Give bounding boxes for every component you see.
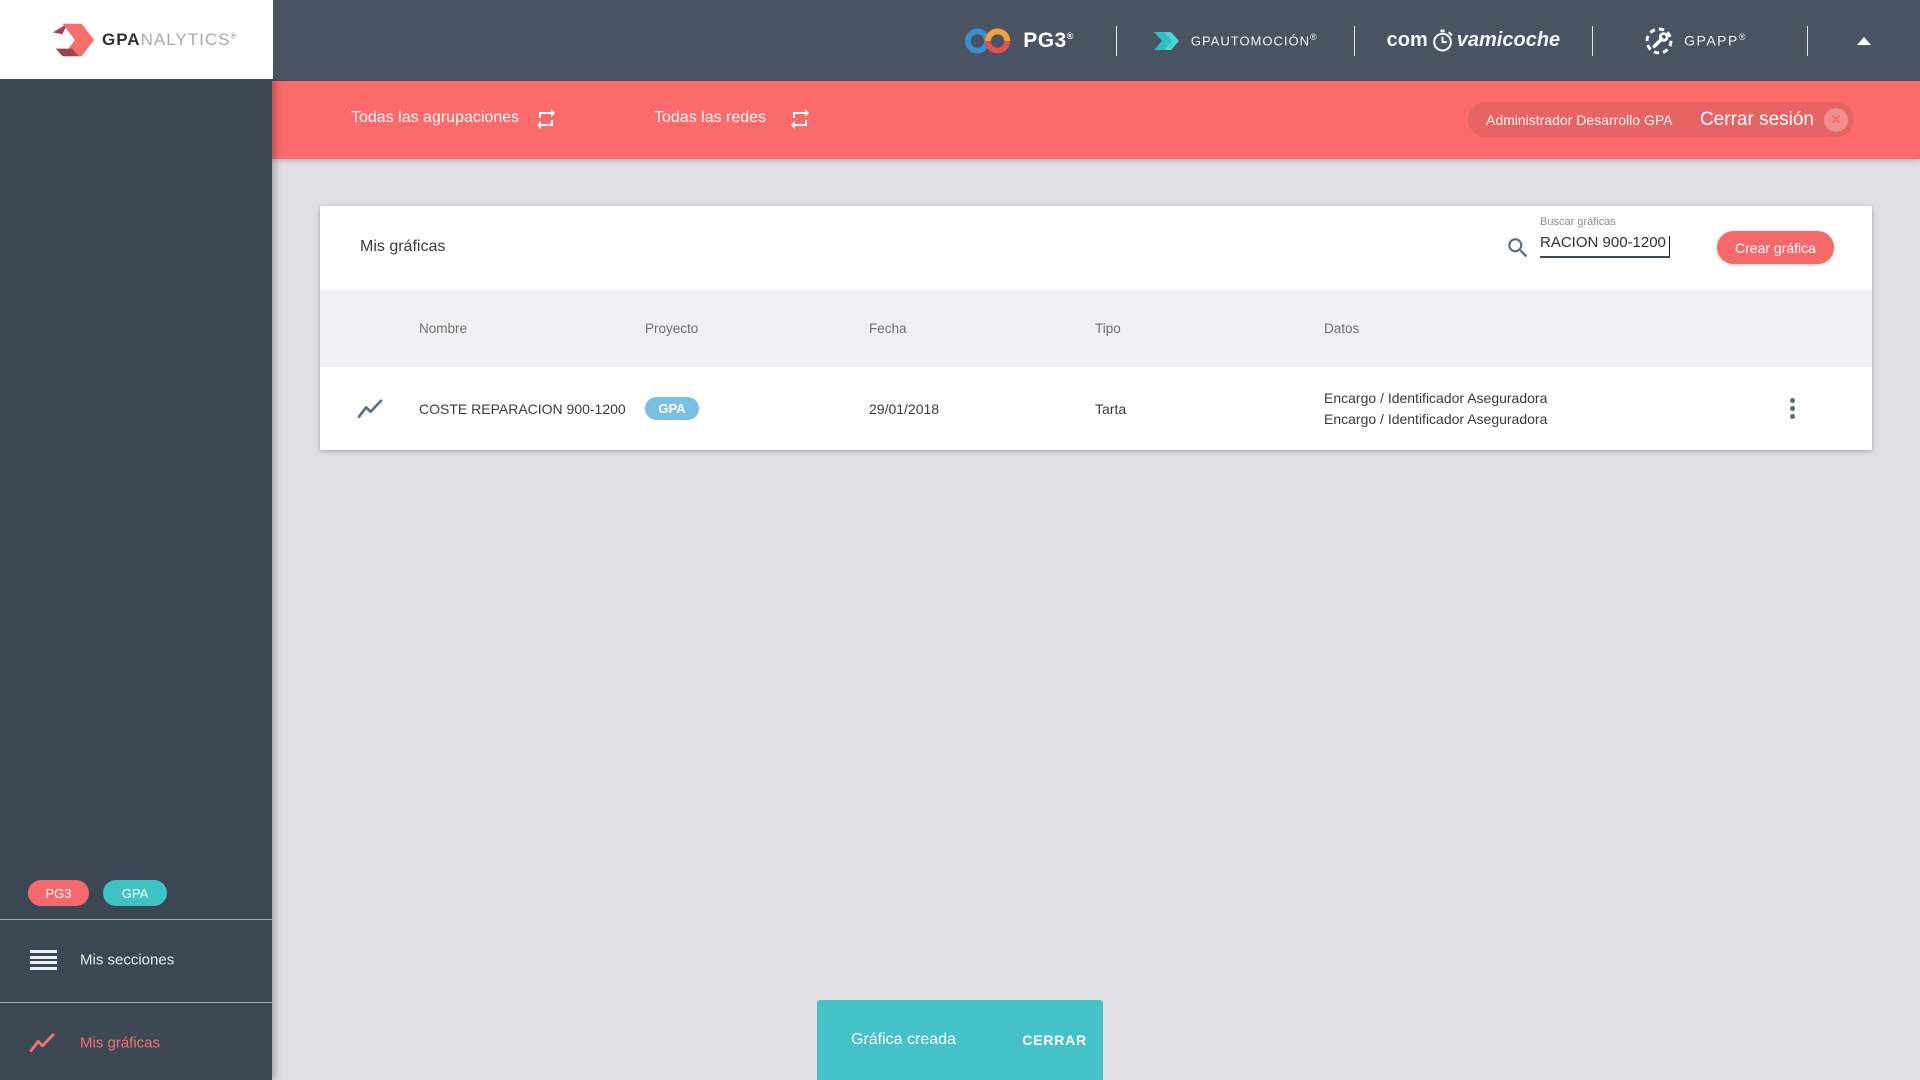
col-header-proyecto: Proyecto xyxy=(645,321,699,336)
row-data-fields: Encargo / Identificador Aseguradora Enca… xyxy=(1324,388,1712,430)
repeat-icon[interactable] xyxy=(534,107,558,131)
gpapp-logo-icon xyxy=(1645,27,1673,54)
header-divider xyxy=(1592,25,1594,56)
compravamicoche-post: vamicoche xyxy=(1456,29,1561,51)
sidebar-item-mis-graficas[interactable]: Mis gráficas xyxy=(0,1003,272,1080)
pg3-logo-icon xyxy=(965,28,1011,53)
sidebar-badge-gpa[interactable]: GPA xyxy=(103,880,167,906)
kebab-menu-icon[interactable] xyxy=(1776,393,1808,425)
gpautomocion-app-link[interactable]: GPAUTOMOCIÓN® xyxy=(1153,28,1318,54)
sidebar: PG3 GPA Mis secciones Mis gráficas xyxy=(0,79,272,1080)
logout-close-icon[interactable]: ✕ xyxy=(1824,107,1848,132)
filter-bar: Todas las agrupaciones Todas las redes A… xyxy=(272,81,1920,159)
chart-line-icon xyxy=(29,1033,55,1053)
compravamicoche-pre: com xyxy=(1386,29,1428,51)
col-header-tipo: Tipo xyxy=(1095,321,1121,336)
groupings-filter[interactable]: Todas las agrupaciones xyxy=(351,109,519,127)
collapse-header-arrow-icon[interactable] xyxy=(1857,36,1871,45)
networks-filter[interactable]: Todas las redes xyxy=(654,109,766,127)
text-caret xyxy=(1669,236,1670,256)
gpapp-label: GPAPP® xyxy=(1684,32,1747,49)
sidebar-item-mis-secciones[interactable]: Mis secciones xyxy=(0,920,272,1000)
logout-button[interactable]: Cerrar sesión xyxy=(1700,109,1814,131)
card-header: Mis gráficas Buscar gráficas Crear gráfi… xyxy=(320,206,1872,290)
row-chart-name: COSTE REPARACION 900-1200 xyxy=(419,400,626,417)
header-divider xyxy=(1353,25,1355,56)
toast-close-button[interactable]: CERRAR xyxy=(1022,1032,1087,1048)
pg3-app-link[interactable]: PG3® xyxy=(963,26,1074,56)
snackbar-toast: Gráfica creada CERRAR xyxy=(817,1000,1103,1080)
search-icon xyxy=(1508,238,1528,258)
charts-card: Mis gráficas Buscar gráficas Crear gráfi… xyxy=(320,206,1872,450)
chart-line-icon xyxy=(357,398,382,418)
stopwatch-icon xyxy=(1432,29,1453,52)
header-divider xyxy=(1115,25,1117,56)
search-field-group: Buscar gráficas xyxy=(1540,216,1670,270)
gpa-analytics-logo-icon xyxy=(52,23,95,56)
row-data-line: Encargo / Identificador Aseguradora xyxy=(1324,389,1548,406)
gpa-analytics-home-link[interactable]: GPANALYTICS® xyxy=(0,0,273,79)
gpautomocion-logo-icon xyxy=(1153,31,1179,50)
gpa-analytics-wordmark: GPANALYTICS® xyxy=(102,29,238,49)
col-header-datos: Datos xyxy=(1324,321,1360,336)
gpautomocion-label: GPAUTOMOCIÓN® xyxy=(1190,32,1318,49)
row-data-line: Encargo / Identificador Aseguradora xyxy=(1324,410,1548,427)
top-header: PG3® GPAUTOMOCIÓN® com vamicoche GPAPP® xyxy=(272,0,1920,81)
app-root: PG3® GPAUTOMOCIÓN® com vamicoche GPAPP® … xyxy=(0,0,1920,1080)
toast-message: Gráfica creada xyxy=(851,1031,956,1048)
gpapp-app-link[interactable]: GPAPP® xyxy=(1643,25,1747,57)
create-chart-button[interactable]: Crear gráfica xyxy=(1717,231,1834,264)
user-name: Administrador Desarrollo GPA xyxy=(1486,111,1673,128)
project-badge: GPA xyxy=(645,397,699,420)
row-date: 29/01/2018 xyxy=(869,400,940,417)
sidebar-item-label: Mis gráficas xyxy=(80,1034,161,1052)
col-header-nombre: Nombre xyxy=(419,321,468,336)
sidebar-badge-pg3[interactable]: PG3 xyxy=(28,880,89,906)
user-session-chip: Administrador Desarrollo GPA Cerrar sesi… xyxy=(1468,102,1854,137)
table-row[interactable]: COSTE REPARACION 900-1200 GPA 29/01/2018… xyxy=(320,367,1872,450)
compravamicoche-app-link[interactable]: com vamicoche xyxy=(1386,28,1561,53)
sidebar-item-label: Mis secciones xyxy=(80,951,175,969)
page-title: Mis gráficas xyxy=(360,238,446,255)
search-floating-label: Buscar gráficas xyxy=(1540,216,1616,228)
search-input[interactable] xyxy=(1540,232,1670,258)
menu-icon xyxy=(30,950,57,970)
col-header-fecha: Fecha xyxy=(869,321,907,336)
row-type: Tarta xyxy=(1095,400,1127,417)
table-header-row: Nombre Proyecto Fecha Tipo Datos xyxy=(320,290,1872,367)
pg3-label: PG3® xyxy=(1023,28,1074,52)
repeat-icon[interactable] xyxy=(788,107,812,131)
